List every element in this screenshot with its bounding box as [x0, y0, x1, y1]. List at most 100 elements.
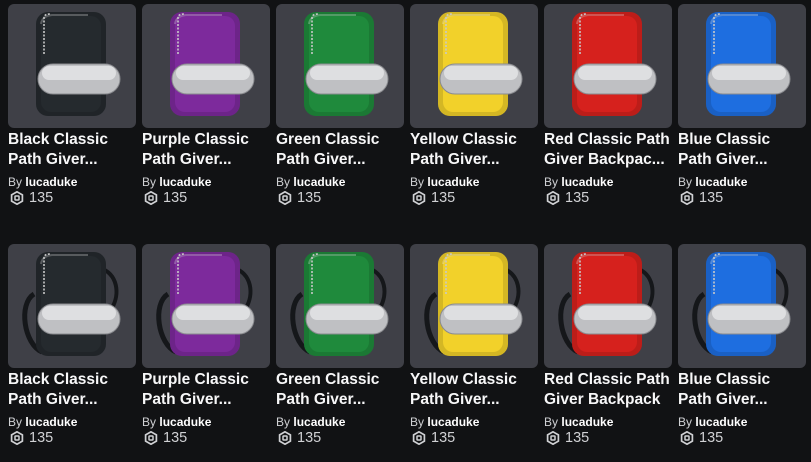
by-label: By — [678, 415, 693, 429]
item-name[interactable]: Black Classic Path Giver... — [8, 130, 136, 170]
creator-link[interactable]: lucaduke — [561, 415, 613, 429]
catalog-item-card[interactable]: Black Classic Path Giver... By lucaduke … — [8, 0, 136, 220]
item-name[interactable]: Blue Classic Path Giver... — [678, 130, 806, 170]
item-thumbnail[interactable] — [142, 4, 270, 128]
by-label: By — [410, 415, 425, 429]
catalog-item-card[interactable]: Green Classic Path Giver... By lucaduke … — [276, 0, 404, 220]
item-name[interactable]: Yellow Classic Path Giver... — [410, 130, 538, 170]
backpack-icon — [22, 252, 121, 356]
item-price: 135 — [278, 430, 321, 446]
creator-link[interactable]: lucaduke — [25, 175, 77, 189]
creator-link[interactable]: lucaduke — [427, 175, 479, 189]
item-name[interactable]: Green Classic Path Giver... — [276, 370, 404, 410]
item-price: 135 — [412, 430, 455, 446]
backpack-icon — [170, 12, 255, 116]
catalog-grid: Black Classic Path Giver... By lucaduke … — [0, 0, 811, 462]
catalog-item-card[interactable]: Green Classic Path Giver... By lucaduke … — [276, 240, 404, 460]
item-thumbnail[interactable] — [544, 244, 672, 368]
item-name-line-1: Blue Classic — [678, 371, 771, 388]
creator-link[interactable]: lucaduke — [25, 415, 77, 429]
item-creator: By lucaduke — [410, 175, 479, 189]
creator-link[interactable]: lucaduke — [159, 415, 211, 429]
item-creator: By lucaduke — [544, 415, 613, 429]
item-price: 135 — [10, 430, 53, 446]
by-label: By — [276, 175, 291, 189]
item-thumbnail[interactable] — [544, 4, 672, 128]
item-thumbnail[interactable] — [410, 4, 538, 128]
item-name-line-1: Green Classic — [276, 131, 380, 148]
item-thumbnail[interactable] — [678, 244, 806, 368]
catalog-item-card[interactable]: Red Classic Path Giver Backpack By lucad… — [544, 240, 672, 460]
item-name-line-2: Path Giver... — [276, 391, 366, 408]
creator-link[interactable]: lucaduke — [561, 175, 613, 189]
item-name-line-2: Path Giver... — [678, 391, 768, 408]
creator-link[interactable]: lucaduke — [427, 415, 479, 429]
catalog-item-card[interactable]: Purple Classic Path Giver... By lucaduke… — [142, 240, 270, 460]
item-price: 135 — [680, 430, 723, 446]
item-name-line-2: Path Giver... — [8, 151, 98, 168]
robux-icon — [10, 431, 24, 445]
item-price: 135 — [144, 430, 187, 446]
item-name[interactable]: Black Classic Path Giver... — [8, 370, 136, 410]
item-thumbnail[interactable] — [410, 244, 538, 368]
backpack-icon — [706, 12, 791, 116]
catalog-item-card[interactable]: Yellow Classic Path Giver... By lucaduke… — [410, 0, 538, 220]
robux-icon — [680, 431, 694, 445]
catalog-item-card[interactable]: Red Classic Path Giver Backpac... By luc… — [544, 0, 672, 220]
creator-link[interactable]: lucaduke — [293, 175, 345, 189]
robux-icon — [546, 431, 560, 445]
backpack-icon — [692, 252, 791, 356]
backpack-icon — [572, 12, 657, 116]
backpack-icon — [290, 252, 389, 356]
item-creator: By lucaduke — [8, 175, 77, 189]
item-price: 135 — [278, 190, 321, 206]
robux-icon — [278, 191, 292, 205]
item-price: 135 — [546, 430, 589, 446]
robux-icon — [412, 191, 426, 205]
item-price: 135 — [546, 190, 589, 206]
item-name[interactable]: Yellow Classic Path Giver... — [410, 370, 538, 410]
item-name[interactable]: Purple Classic Path Giver... — [142, 370, 270, 410]
catalog-item-card[interactable]: Black Classic Path Giver... By lucaduke … — [8, 240, 136, 460]
price-value: 135 — [431, 430, 456, 446]
by-label: By — [544, 175, 559, 189]
item-thumbnail[interactable] — [276, 4, 404, 128]
robux-icon — [412, 431, 426, 445]
item-name[interactable]: Red Classic Path Giver Backpac... — [544, 130, 672, 170]
creator-link[interactable]: lucaduke — [695, 415, 747, 429]
by-label: By — [142, 415, 157, 429]
price-value: 135 — [699, 430, 724, 446]
item-name[interactable]: Green Classic Path Giver... — [276, 130, 404, 170]
robux-icon — [144, 431, 158, 445]
item-creator: By lucaduke — [678, 175, 747, 189]
item-name[interactable]: Purple Classic Path Giver... — [142, 130, 270, 170]
item-thumbnail[interactable] — [142, 244, 270, 368]
creator-link[interactable]: lucaduke — [159, 175, 211, 189]
item-creator: By lucaduke — [678, 415, 747, 429]
catalog-item-card[interactable]: Yellow Classic Path Giver... By lucaduke… — [410, 240, 538, 460]
backpack-icon — [36, 12, 121, 116]
item-price: 135 — [680, 190, 723, 206]
price-value: 135 — [431, 190, 456, 206]
robux-icon — [10, 191, 24, 205]
catalog-item-card[interactable]: Purple Classic Path Giver... By lucaduke… — [142, 0, 270, 220]
item-creator: By lucaduke — [276, 415, 345, 429]
catalog-item-card[interactable]: Blue Classic Path Giver... By lucaduke 1… — [678, 240, 806, 460]
catalog-item-card[interactable]: Blue Classic Path Giver... By lucaduke 1… — [678, 0, 806, 220]
by-label: By — [678, 175, 693, 189]
item-thumbnail[interactable] — [8, 4, 136, 128]
price-value: 135 — [565, 430, 590, 446]
item-name-line-2: Path Giver... — [142, 391, 232, 408]
item-thumbnail[interactable] — [8, 244, 136, 368]
creator-link[interactable]: lucaduke — [293, 415, 345, 429]
price-value: 135 — [699, 190, 724, 206]
item-thumbnail[interactable] — [678, 4, 806, 128]
item-name[interactable]: Red Classic Path Giver Backpack — [544, 370, 672, 410]
by-label: By — [8, 415, 23, 429]
item-thumbnail[interactable] — [276, 244, 404, 368]
price-value: 135 — [297, 190, 322, 206]
item-name-line-2: Path Giver... — [678, 151, 768, 168]
item-name[interactable]: Blue Classic Path Giver... — [678, 370, 806, 410]
item-name-line-1: Red Classic Path — [544, 371, 670, 388]
creator-link[interactable]: lucaduke — [695, 175, 747, 189]
